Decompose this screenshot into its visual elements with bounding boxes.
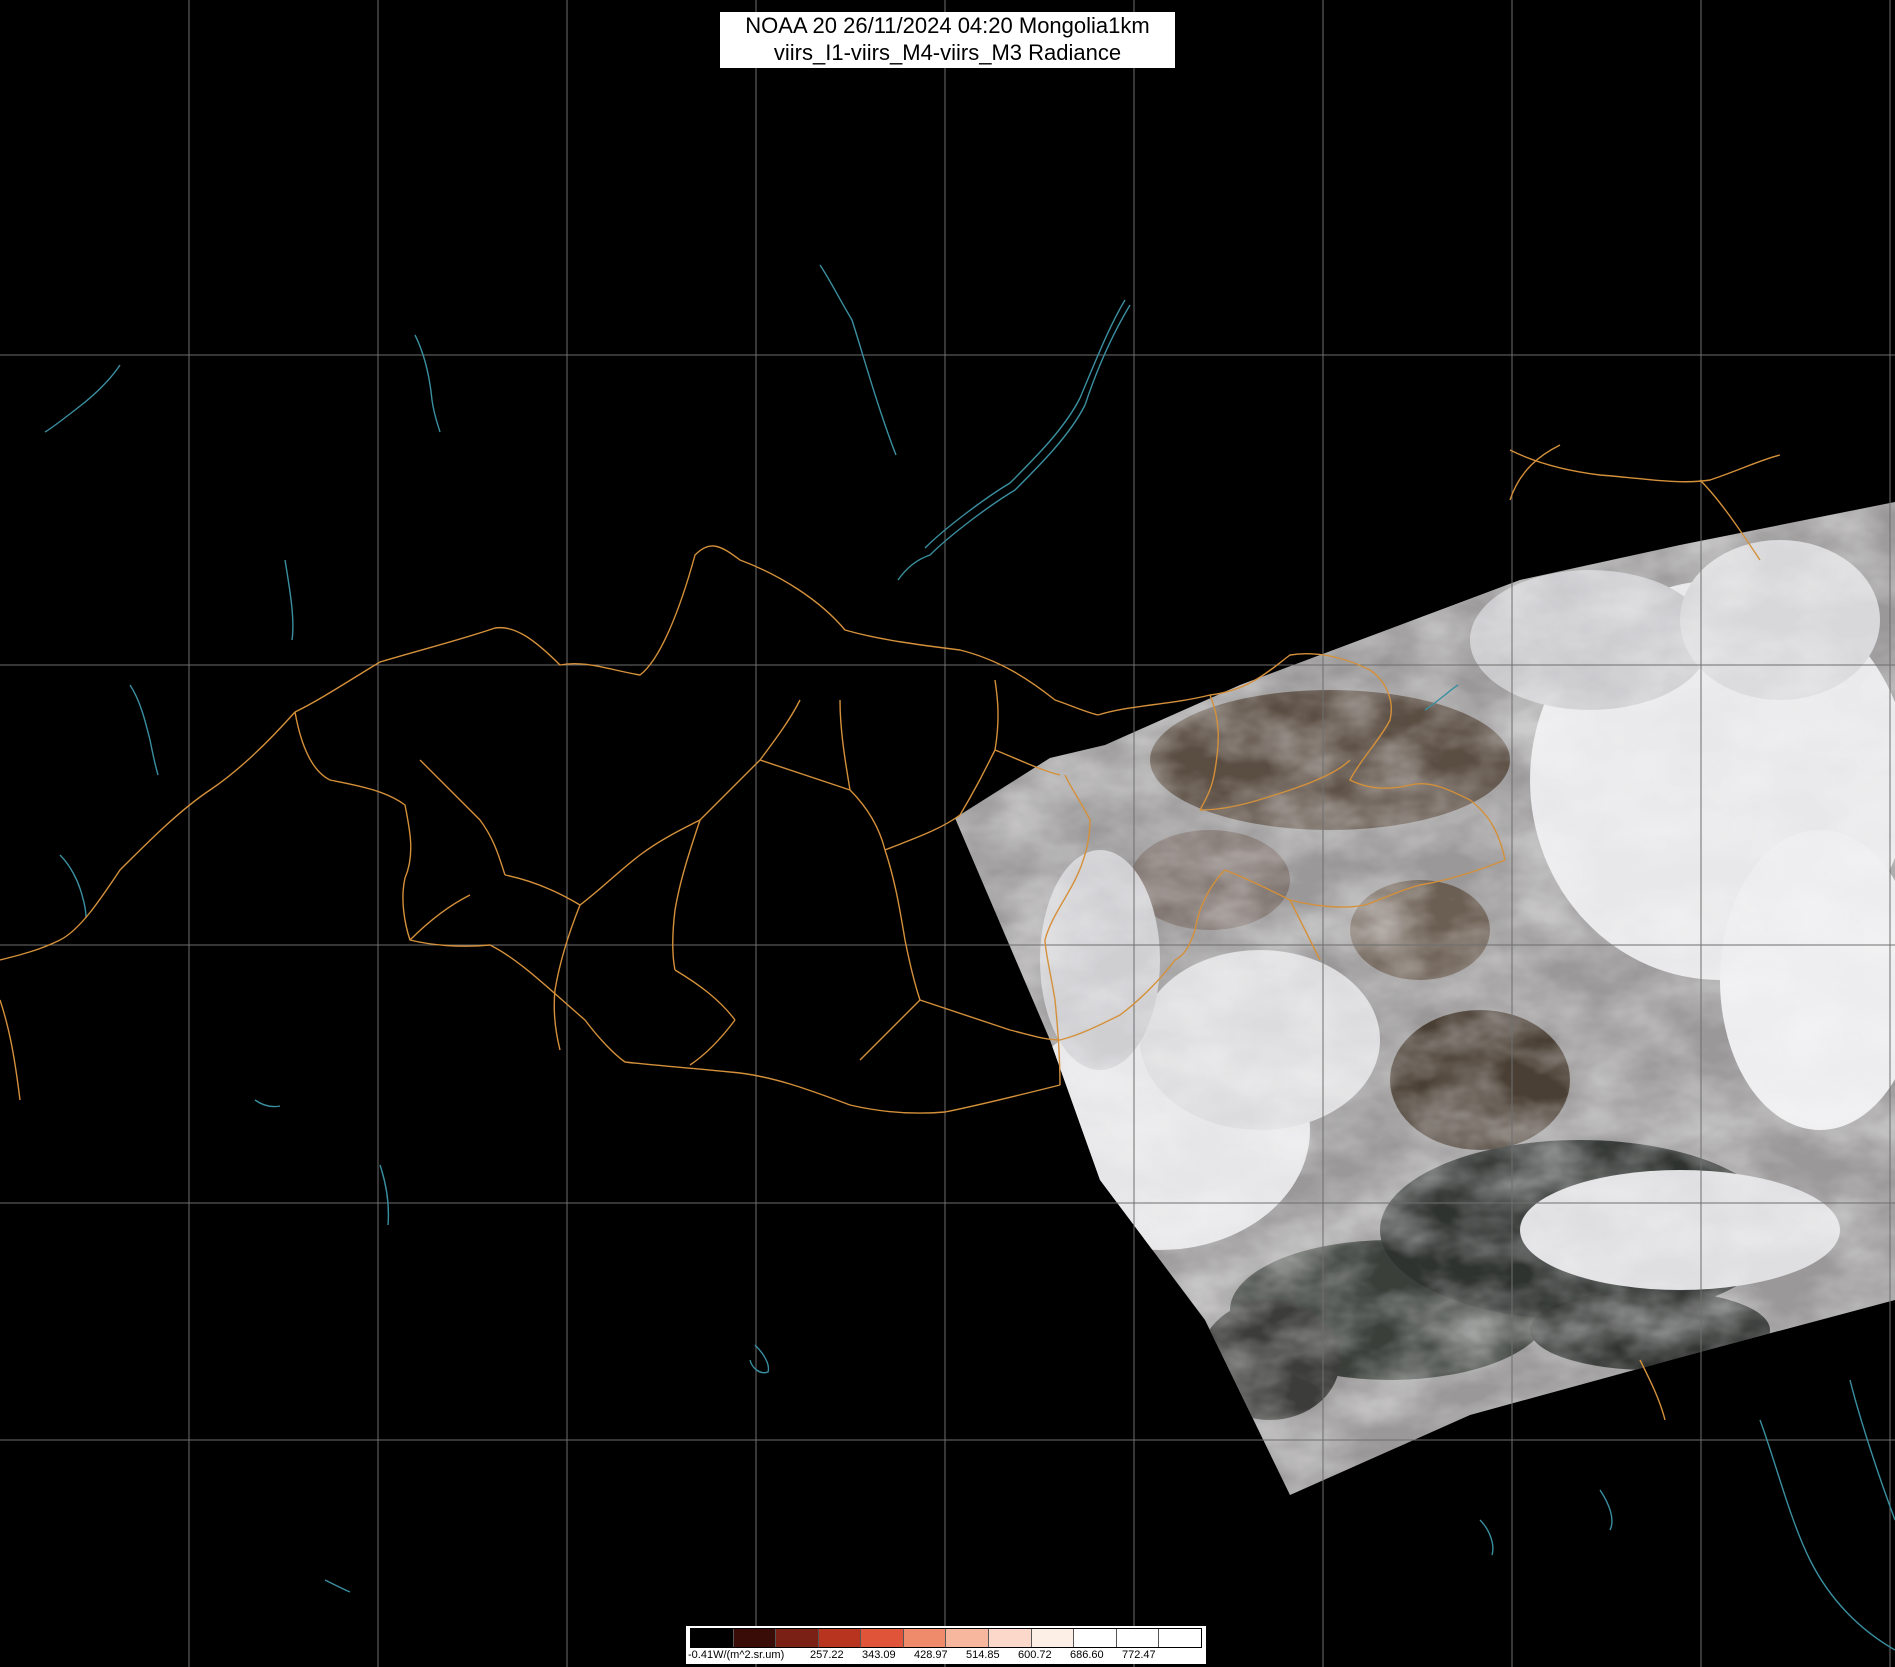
title-line-1: NOAA 20 26/11/2024 04:20 Mongolia1km — [745, 13, 1150, 38]
colorbar-tick-1: 257.22 — [810, 1649, 844, 1661]
colorbar-segment — [733, 1629, 777, 1647]
colorbar-tick-5: 600.72 — [1018, 1649, 1052, 1661]
colorbar-segment — [903, 1629, 947, 1647]
colorbar-segment — [861, 1629, 904, 1647]
colorbar-tick-7: 772.47 — [1122, 1649, 1156, 1661]
colorbar-ramp — [690, 1628, 1202, 1648]
colorbar-segment — [946, 1629, 990, 1647]
colorbar-segment — [776, 1629, 819, 1647]
colorbar: -0.41W/(m^2.sr.um) 257.22 343.09 428.97 … — [686, 1626, 1206, 1664]
colorbar-segment — [1159, 1629, 1201, 1647]
colorbar-tick-2: 343.09 — [862, 1649, 896, 1661]
title-line-2: viirs_I1-viirs_M4-viirs_M3 Radiance — [773, 40, 1122, 65]
colorbar-tick-3: 428.97 — [914, 1649, 948, 1661]
colorbar-segment — [1116, 1629, 1160, 1647]
colorbar-labels: -0.41W/(m^2.sr.um) 257.22 343.09 428.97 … — [686, 1649, 1206, 1663]
colorbar-segment — [989, 1629, 1032, 1647]
colorbar-segment — [818, 1629, 862, 1647]
map-title: NOAA 20 26/11/2024 04:20 Mongolia1km vii… — [720, 12, 1175, 68]
colorbar-segment — [1031, 1629, 1075, 1647]
colorbar-tick-6: 686.60 — [1070, 1649, 1104, 1661]
satellite-map — [0, 0, 1895, 1667]
colorbar-segment — [691, 1629, 734, 1647]
colorbar-tick-4: 514.85 — [966, 1649, 1000, 1661]
colorbar-segment — [1074, 1629, 1117, 1647]
colorbar-unit-label: -0.41W/(m^2.sr.um) — [688, 1649, 785, 1661]
